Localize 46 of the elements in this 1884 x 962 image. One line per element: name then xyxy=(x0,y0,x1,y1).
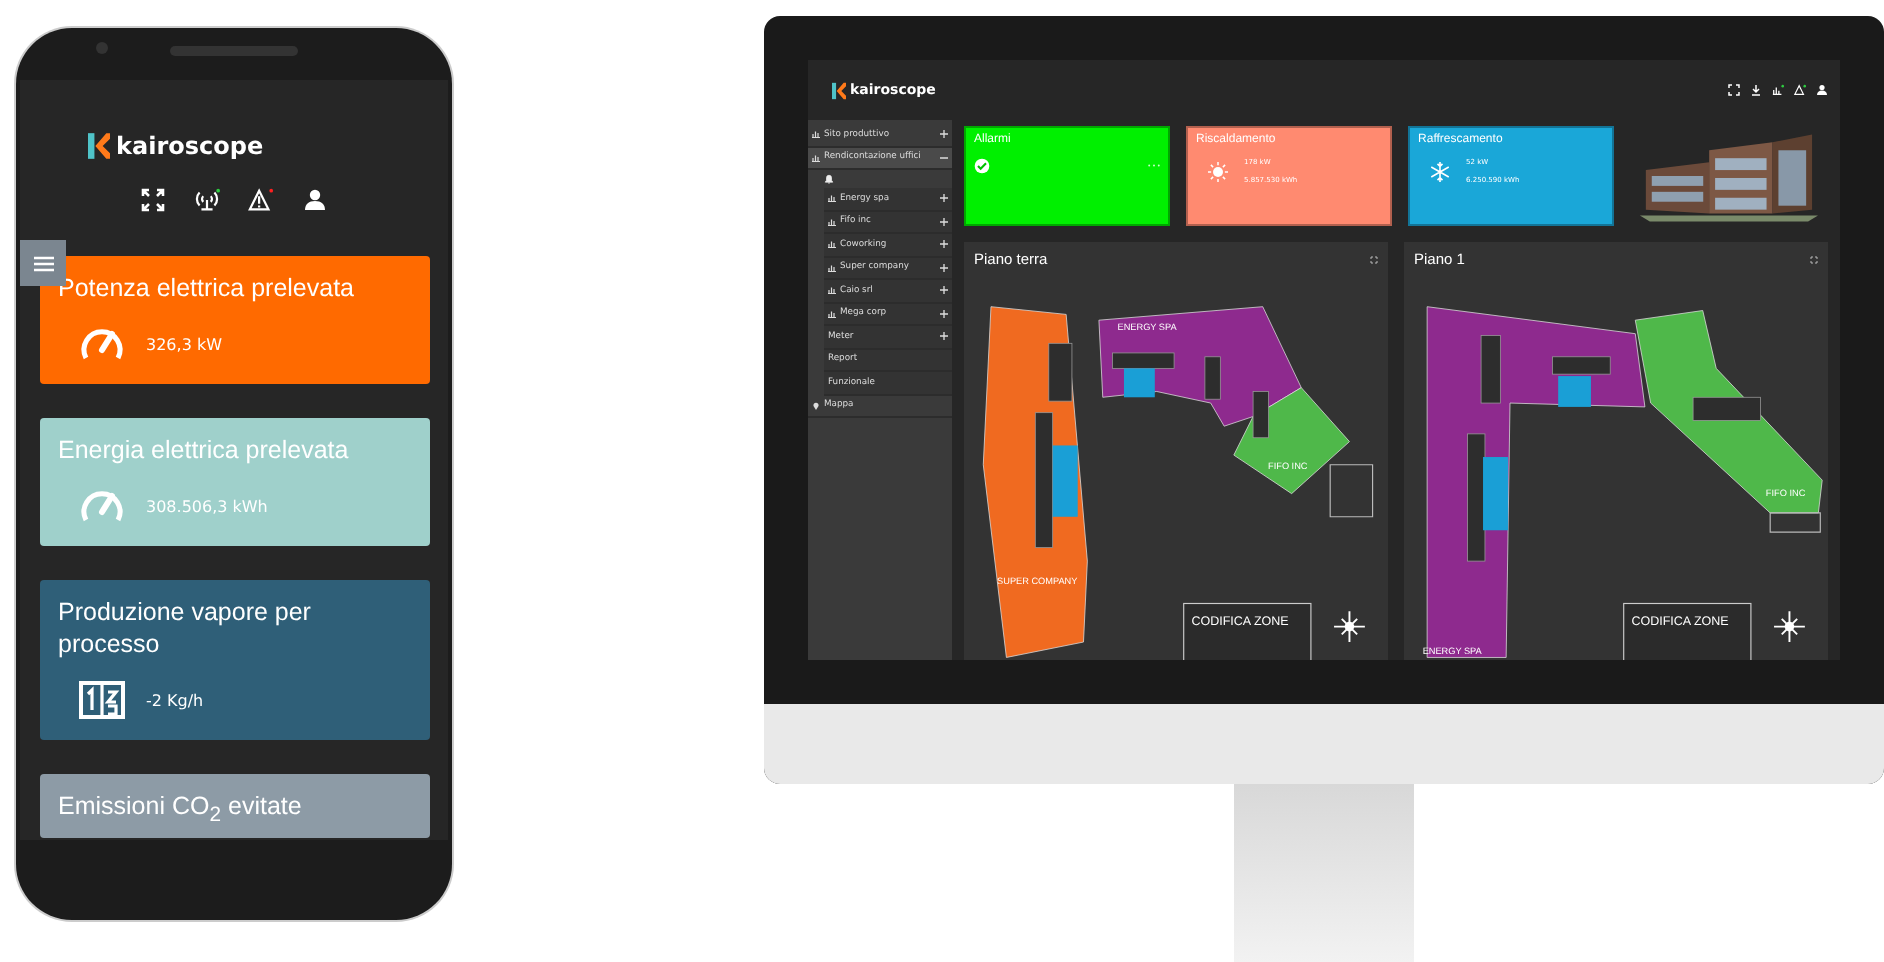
chart-icon xyxy=(828,263,836,272)
download-icon[interactable] xyxy=(1750,84,1762,96)
plus-icon[interactable] xyxy=(940,286,948,295)
snowflake-icon xyxy=(1430,161,1451,181)
menu-icon xyxy=(31,253,55,273)
warning-icon[interactable] xyxy=(1794,84,1806,96)
chart-icon xyxy=(828,194,836,203)
card-title: Potenza elettrica prelevata xyxy=(58,272,357,304)
metric-card[interactable]: Produzione vapore per processo -2 Kg/h xyxy=(40,580,430,740)
pin-icon xyxy=(812,401,820,410)
gauge-icon xyxy=(78,486,126,526)
chart-icon xyxy=(828,240,836,249)
user-icon[interactable] xyxy=(1816,84,1828,96)
gauge-icon xyxy=(78,324,126,364)
plus-icon[interactable] xyxy=(940,309,948,318)
plus-icon[interactable] xyxy=(940,332,948,341)
compass-icon xyxy=(1333,610,1366,643)
speaker-icon xyxy=(170,45,298,55)
chart-icon xyxy=(828,309,836,318)
card-value: -2 Kg/h xyxy=(146,691,204,709)
antenna-icon[interactable] xyxy=(194,188,220,212)
plus-icon[interactable] xyxy=(940,130,948,139)
bell-icon xyxy=(824,174,834,184)
plus-icon[interactable] xyxy=(940,240,948,249)
card-title: Emissioni CO$_{2}$ evitate xyxy=(58,790,304,831)
plus-icon[interactable] xyxy=(940,194,948,203)
logo-icon xyxy=(832,81,846,99)
user-icon[interactable] xyxy=(302,188,328,212)
card-title: Energia elettrica prelevata xyxy=(58,434,351,466)
chart-icon xyxy=(828,286,836,295)
chart-icon xyxy=(812,130,820,139)
check-icon xyxy=(974,158,990,174)
card-value: 308.506,3 kWh xyxy=(146,497,268,515)
logo-icon xyxy=(88,132,110,160)
chart-icon xyxy=(812,153,820,162)
sun-icon xyxy=(1208,161,1229,181)
compass-icon xyxy=(1773,610,1806,643)
plus-icon[interactable] xyxy=(940,217,948,226)
card-title: Produzione vapore per processo xyxy=(58,596,313,660)
chart-icon xyxy=(828,217,836,226)
card-value: 326,3 kW xyxy=(146,335,222,353)
brand-name: kairoscope xyxy=(116,132,264,160)
counter-icon xyxy=(78,680,126,720)
chart-icon[interactable] xyxy=(1772,84,1784,96)
warning-icon[interactable] xyxy=(248,188,274,212)
plus-icon[interactable] xyxy=(940,263,948,272)
